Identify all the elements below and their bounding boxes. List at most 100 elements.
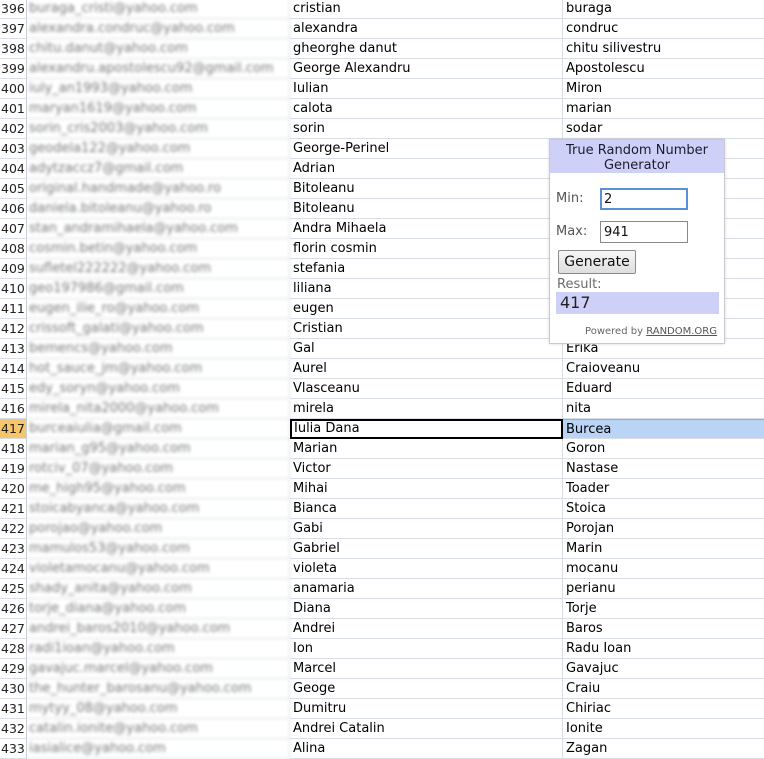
row-number-cell[interactable]: 429	[0, 659, 27, 679]
email-cell[interactable]: edy_soryn@yahoo.com	[27, 379, 290, 399]
email-cell[interactable]: burceaiulia@gmail.com	[27, 419, 290, 439]
row-number-cell[interactable]: 420	[0, 479, 27, 499]
first-name-cell[interactable]: George-Perinel	[290, 139, 563, 159]
first-name-cell[interactable]: Diana	[290, 599, 563, 619]
row-number-cell[interactable]: 400	[0, 79, 27, 99]
row-number-cell[interactable]: 425	[0, 579, 27, 599]
email-cell[interactable]: alexandra.condruc@yahoo.com	[27, 19, 290, 39]
email-cell[interactable]: chitu.danut@yahoo.com	[27, 39, 290, 59]
first-name-cell[interactable]: Bitoleanu	[290, 199, 563, 219]
first-name-cell[interactable]: alexandra	[290, 19, 563, 39]
row-number-cell[interactable]: 417	[0, 419, 27, 439]
email-cell[interactable]: bemencs@yahoo.com	[27, 339, 290, 359]
row-number-cell[interactable]: 427	[0, 619, 27, 639]
row-number-cell[interactable]: 410	[0, 279, 27, 299]
last-name-cell[interactable]: mocanu	[563, 559, 764, 579]
last-name-cell[interactable]: Radu Ioan	[563, 639, 764, 659]
last-name-cell[interactable]: Gavajuc	[563, 659, 764, 679]
row-number-cell[interactable]: 406	[0, 199, 27, 219]
last-name-cell[interactable]: Nastase	[563, 459, 764, 479]
first-name-cell[interactable]: Iulian	[290, 79, 563, 99]
email-cell[interactable]: sorin_cris2003@yahoo.com	[27, 119, 290, 139]
email-cell[interactable]: porojao@yahoo.com	[27, 519, 290, 539]
first-name-cell[interactable]: Alina	[290, 739, 563, 759]
first-name-cell[interactable]: Cristian	[290, 319, 563, 339]
first-name-cell[interactable]: mirela	[290, 399, 563, 419]
last-name-cell[interactable]: Craioveanu	[563, 359, 764, 379]
row-number-cell[interactable]: 422	[0, 519, 27, 539]
row-number-cell[interactable]: 408	[0, 239, 27, 259]
row-number-cell[interactable]: 426	[0, 599, 27, 619]
email-cell[interactable]: eugen_ilie_ro@yahoo.com	[27, 299, 290, 319]
email-cell[interactable]: daniela.bitoleanu@yahoo.ro	[27, 199, 290, 219]
random-org-link[interactable]: RANDOM.ORG	[646, 326, 717, 337]
email-cell[interactable]: original.handmade@yahoo.ro	[27, 179, 290, 199]
first-name-cell[interactable]: Aurel	[290, 359, 563, 379]
first-name-cell[interactable]: cristian	[290, 0, 563, 19]
row-number-cell[interactable]: 412	[0, 319, 27, 339]
email-cell[interactable]: cosmin.betin@yahoo.com	[27, 239, 290, 259]
last-name-cell[interactable]: Porojan	[563, 519, 764, 539]
email-cell[interactable]: crissoft_galati@yahoo.com	[27, 319, 290, 339]
first-name-cell[interactable]: eugen	[290, 299, 563, 319]
email-cell[interactable]: stan_andramihaela@yahoo.com	[27, 219, 290, 239]
email-cell[interactable]: the_hunter_barosanu@yahoo.com	[27, 679, 290, 699]
last-name-cell[interactable]: Goron	[563, 439, 764, 459]
last-name-cell[interactable]: Apostolescu	[563, 59, 764, 79]
first-name-cell[interactable]: Marcel	[290, 659, 563, 679]
first-name-cell[interactable]: Dumitru	[290, 699, 563, 719]
last-name-cell[interactable]: Eduard	[563, 379, 764, 399]
first-name-cell[interactable]: liliana	[290, 279, 563, 299]
row-number-cell[interactable]: 431	[0, 699, 27, 719]
last-name-cell[interactable]: Stoica	[563, 499, 764, 519]
last-name-cell[interactable]: Marin	[563, 539, 764, 559]
row-number-cell[interactable]: 398	[0, 39, 27, 59]
email-cell[interactable]: geodela122@yahoo.com	[27, 139, 290, 159]
row-number-cell[interactable]: 396	[0, 0, 27, 19]
last-name-cell[interactable]: buraga	[563, 0, 764, 19]
first-name-cell[interactable]: Andrei	[290, 619, 563, 639]
last-name-cell[interactable]: Ionite	[563, 719, 764, 739]
last-name-cell[interactable]: Burcea	[563, 419, 764, 439]
first-name-cell[interactable]: stefania	[290, 259, 563, 279]
row-number-cell[interactable]: 409	[0, 259, 27, 279]
first-name-cell[interactable]: Geoge	[290, 679, 563, 699]
email-cell[interactable]: rotciv_07@yahoo.com	[27, 459, 290, 479]
first-name-cell[interactable]: Victor	[290, 459, 563, 479]
email-cell[interactable]: mamulos53@yahoo.com	[27, 539, 290, 559]
email-cell[interactable]: shady_anita@yahoo.com	[27, 579, 290, 599]
row-number-cell[interactable]: 413	[0, 339, 27, 359]
last-name-cell[interactable]: marian	[563, 99, 764, 119]
row-number-cell[interactable]: 402	[0, 119, 27, 139]
first-name-cell[interactable]: Gabriel	[290, 539, 563, 559]
row-number-cell[interactable]: 433	[0, 739, 27, 759]
first-name-cell[interactable]: Ion	[290, 639, 563, 659]
max-input[interactable]	[600, 221, 688, 243]
row-number-cell[interactable]: 419	[0, 459, 27, 479]
email-cell[interactable]: me_high95@yahoo.com	[27, 479, 290, 499]
row-number-cell[interactable]: 428	[0, 639, 27, 659]
row-number-cell[interactable]: 415	[0, 379, 27, 399]
row-number-cell[interactable]: 424	[0, 559, 27, 579]
first-name-cell[interactable]: Mihai	[290, 479, 563, 499]
first-name-cell[interactable]: calota	[290, 99, 563, 119]
email-cell[interactable]: adytzaccz7@gmail.com	[27, 159, 290, 179]
email-cell[interactable]: iasialice@yahoo.com	[27, 739, 290, 759]
first-name-cell[interactable]: violeta	[290, 559, 563, 579]
row-number-cell[interactable]: 414	[0, 359, 27, 379]
first-name-cell[interactable]: Bitoleanu	[290, 179, 563, 199]
last-name-cell[interactable]: Toader	[563, 479, 764, 499]
email-cell[interactable]: alexandru.apostolescu92@gmail.com	[27, 59, 290, 79]
first-name-cell[interactable]: anamaria	[290, 579, 563, 599]
last-name-cell[interactable]: sodar	[563, 119, 764, 139]
email-cell[interactable]: violetamocanu@yahoo.com	[27, 559, 290, 579]
first-name-cell[interactable]: Bianca	[290, 499, 563, 519]
first-name-cell[interactable]: Adrian	[290, 159, 563, 179]
row-number-cell[interactable]: 401	[0, 99, 27, 119]
email-cell[interactable]: maryan1619@yahoo.com	[27, 99, 290, 119]
last-name-cell[interactable]: Baros	[563, 619, 764, 639]
email-cell[interactable]: mirela_nita2000@yahoo.com	[27, 399, 290, 419]
row-number-cell[interactable]: 399	[0, 59, 27, 79]
last-name-cell[interactable]: Chiriac	[563, 699, 764, 719]
first-name-cell[interactable]: Vlasceanu	[290, 379, 563, 399]
